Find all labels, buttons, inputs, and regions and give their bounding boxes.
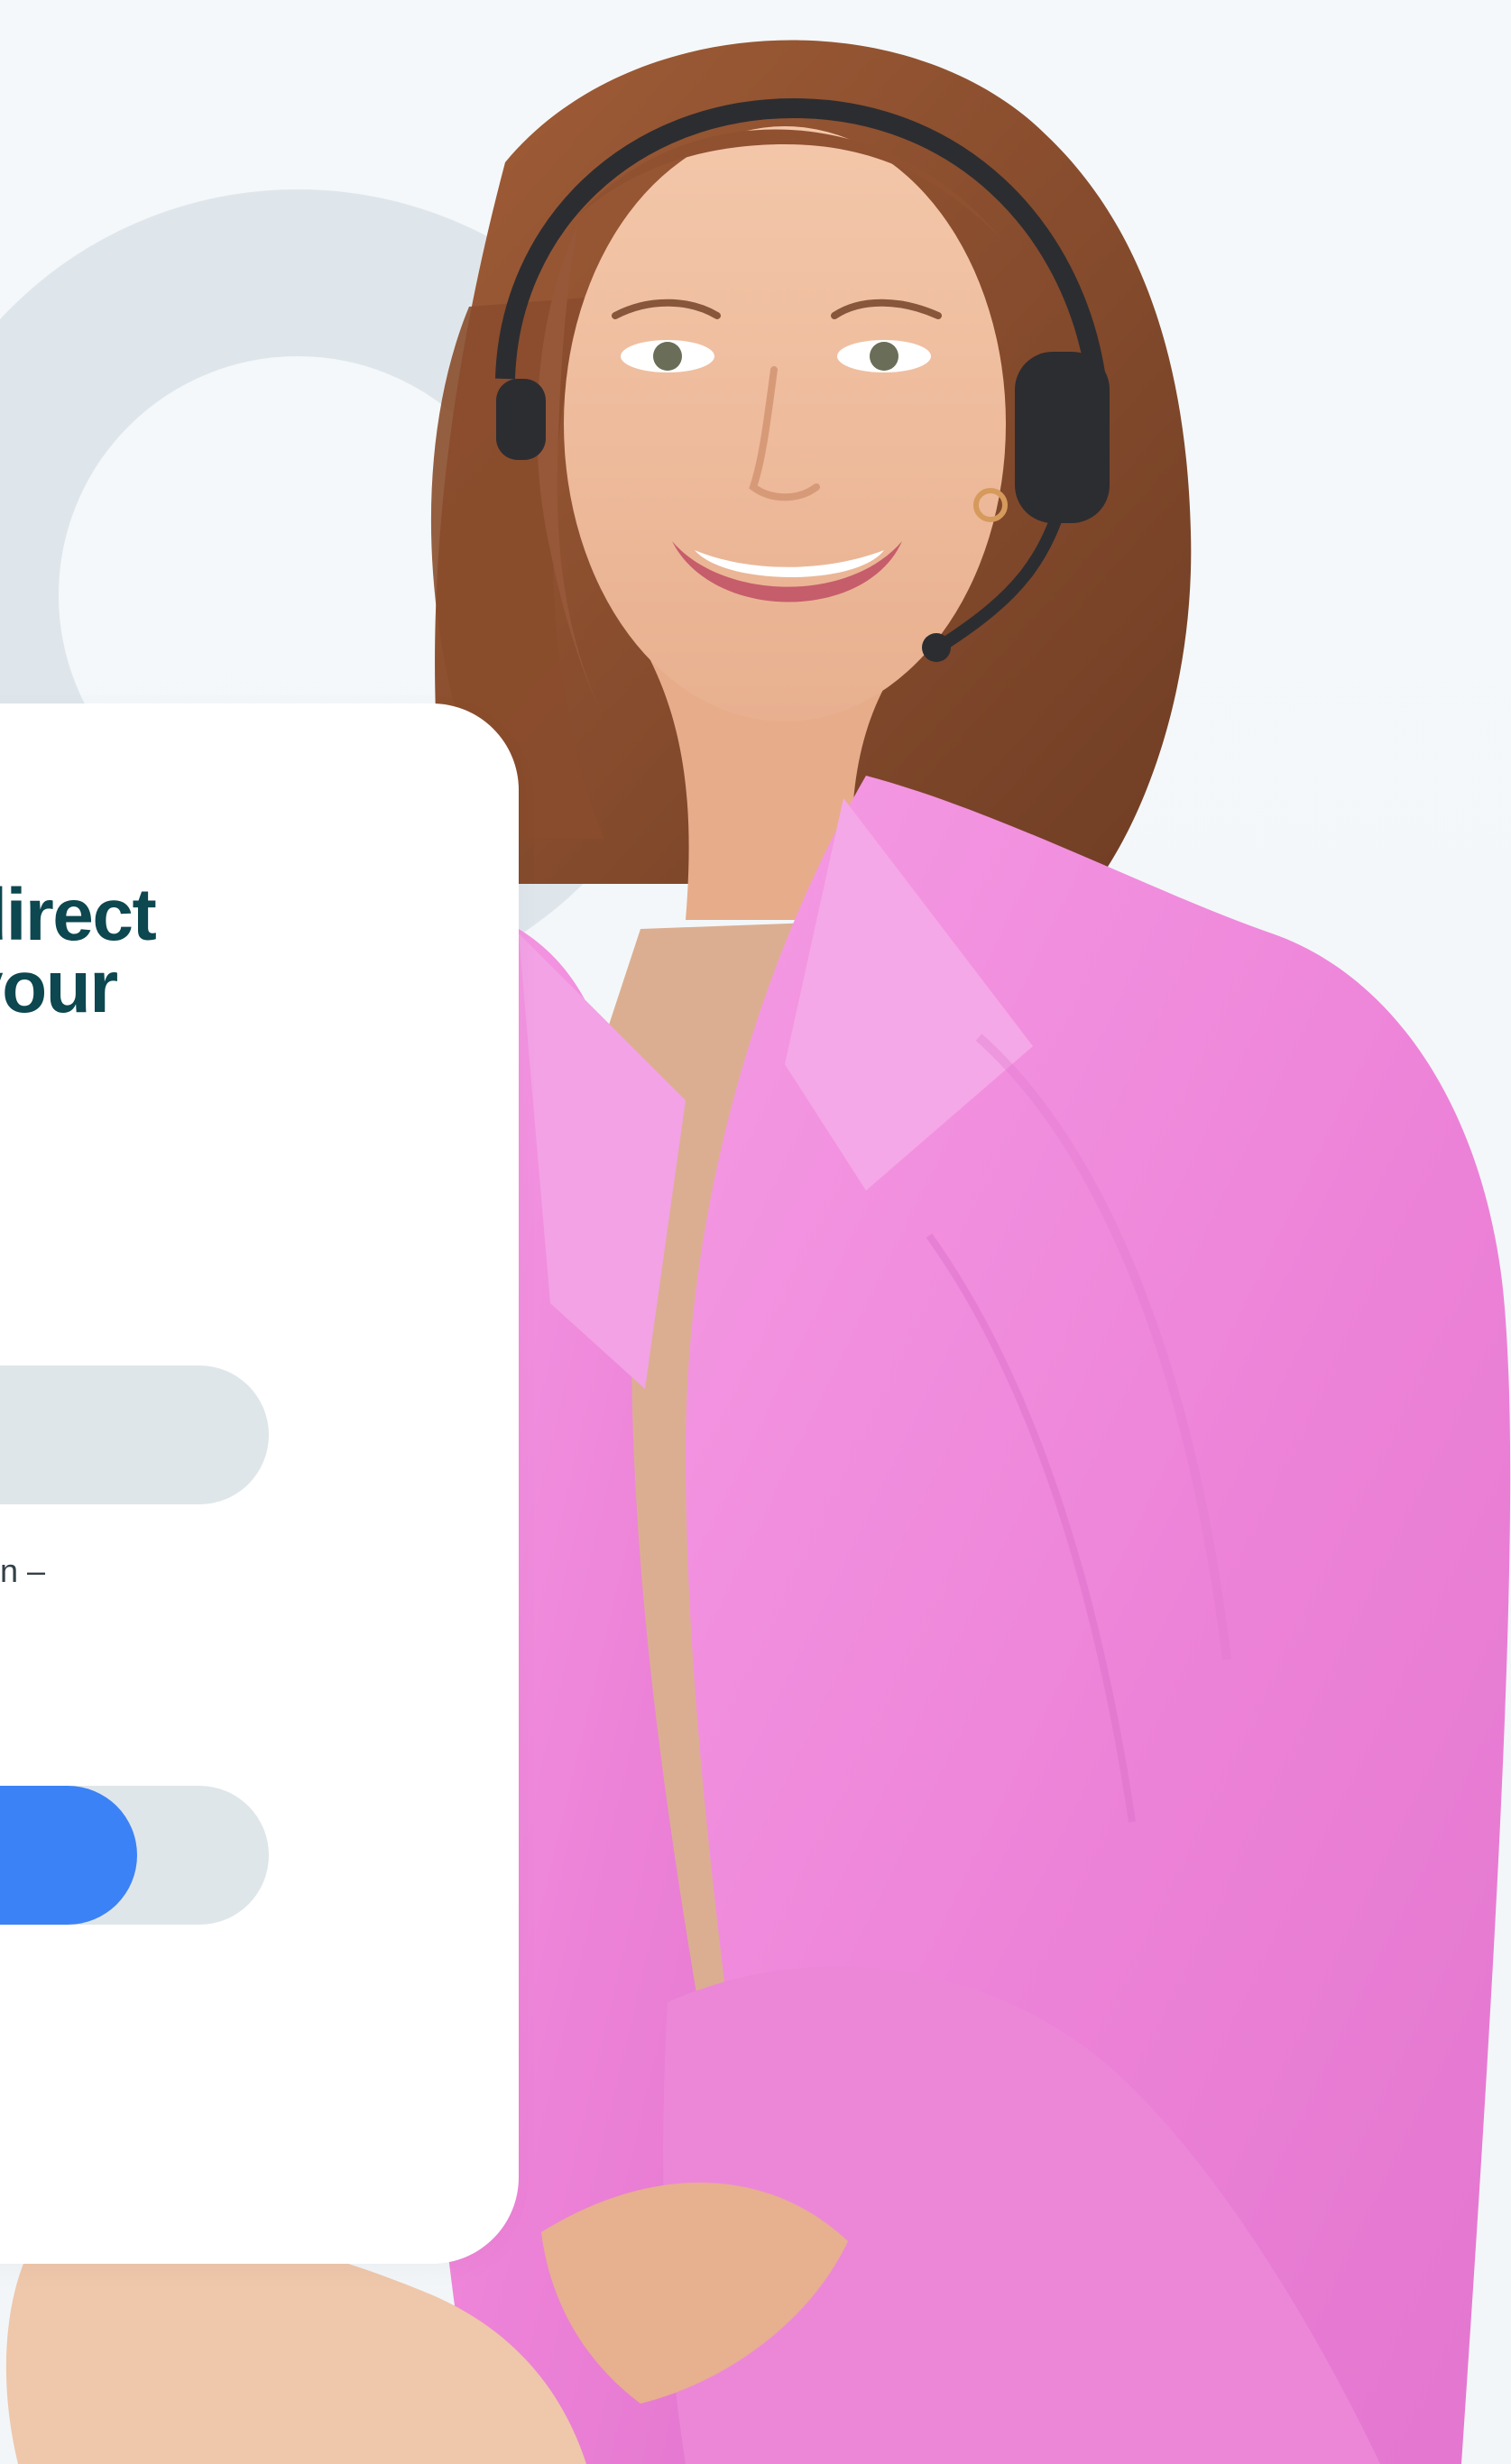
hero-section: direct your n –: [0, 0, 1511, 2464]
toggle-fill: [0, 1786, 137, 1925]
headline: direct your: [0, 874, 157, 1029]
toggle-control[interactable]: [0, 1786, 269, 1925]
form-card: direct your n –: [0, 703, 519, 2264]
helper-text: n –: [0, 1552, 46, 1589]
text-input-field[interactable]: [0, 1365, 269, 1504]
